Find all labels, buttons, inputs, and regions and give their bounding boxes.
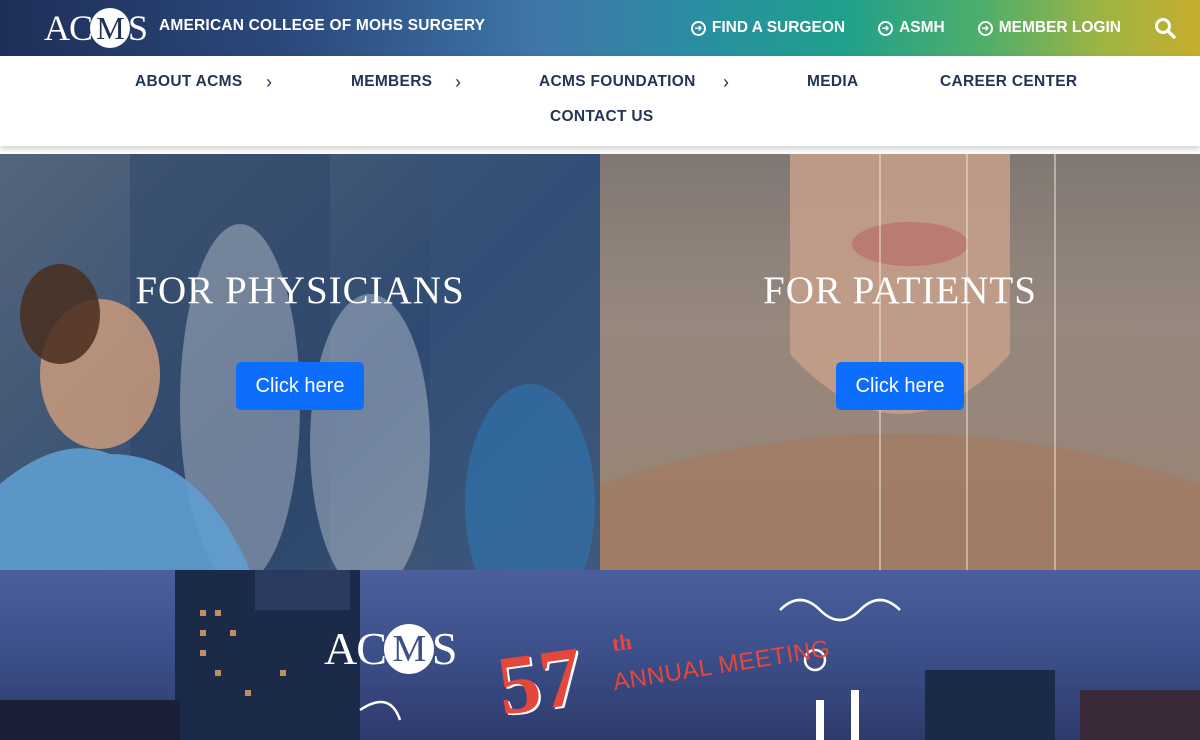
banner-logo: ACMS [324,623,457,674]
meeting-number-suffix: th [610,628,634,657]
physicians-title: FOR PHYSICIANS [135,269,465,312]
member-login-label: MEMBER LOGIN [998,19,1121,36]
main-nav: ABOUT ACMS › MEMBERS › ACMS FOUNDATION ›… [0,56,1200,146]
top-bar: ACMS AMERICAN COLLEGE OF MOHS SURGERY ➜ … [0,0,1200,56]
physicians-click-here-button[interactable]: Click here [236,362,364,410]
asmh-label: ASMH [899,19,945,36]
annual-meeting-banner[interactable]: ACMS 57 th ANNUAL MEETING [0,570,1200,740]
chevron-right-icon[interactable]: › [455,72,461,93]
org-name[interactable]: AMERICAN COLLEGE OF MOHS SURGERY [159,17,485,35]
arrow-circle-icon: ➜ [977,20,993,36]
utility-links: ➜ FIND A SURGEON ➜ ASMH ➜ MEMBER LOGIN [690,0,1176,56]
physicians-panel: FOR PHYSICIANS Click here [0,154,600,570]
nav-members[interactable]: MEMBERS [351,73,432,91]
search-icon [1155,18,1176,39]
nav-career-center[interactable]: CAREER CENTER [940,73,1077,91]
audience-panels: FOR PHYSICIANS Click here FOR PATIENTS C… [0,154,1200,570]
arrow-circle-icon: ➜ [690,20,706,36]
chevron-right-icon[interactable]: › [266,72,272,93]
asmh-link[interactable]: ➜ ASMH [878,19,945,37]
nav-media[interactable]: MEDIA [807,73,858,91]
chevron-right-icon[interactable]: › [723,72,729,93]
city-skyline-image [0,570,1200,740]
search-button[interactable] [1154,17,1176,39]
nav-acms-foundation[interactable]: ACMS FOUNDATION [539,73,696,91]
find-a-surgeon-link[interactable]: ➜ FIND A SURGEON [690,19,846,37]
member-login-link[interactable]: ➜ MEMBER LOGIN [977,19,1121,37]
arrow-circle-icon: ➜ [878,20,894,36]
nav-about-acms[interactable]: ABOUT ACMS [135,73,242,91]
patients-click-here-button[interactable]: Click here [836,362,964,410]
logo-mark: ACMS [44,8,148,48]
patients-title: FOR PATIENTS [763,269,1037,312]
nav-contact-us[interactable]: CONTACT US [550,108,653,126]
meeting-number: 57 [491,629,588,734]
find-a-surgeon-label: FIND A SURGEON [711,19,846,36]
site-logo[interactable]: ACMS [44,8,148,48]
patients-panel: FOR PATIENTS Click here [600,154,1200,570]
